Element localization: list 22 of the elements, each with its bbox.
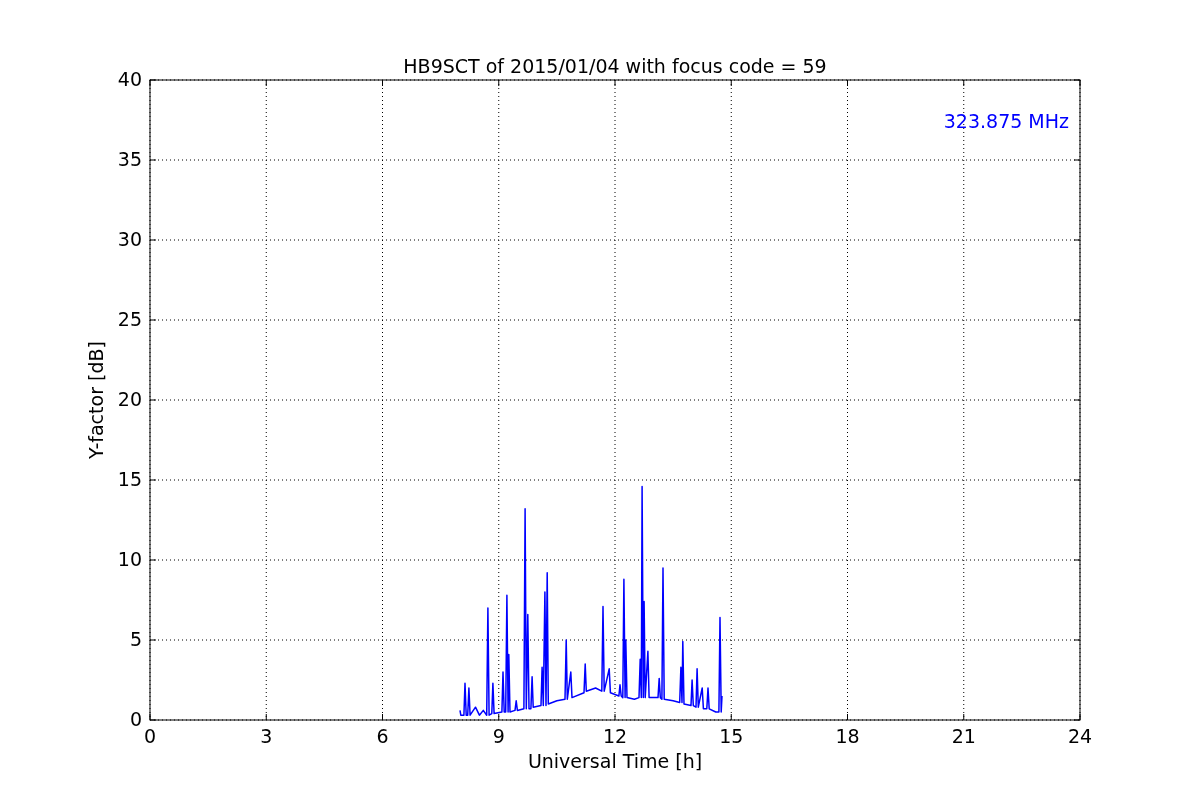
x-tick-label: 9 [492,725,505,747]
x-tick-label: 3 [260,725,273,747]
y-tick-label: 5 [129,628,142,650]
x-tick-label: 12 [602,725,628,747]
x-tick-label: 24 [1067,725,1093,747]
y-tick-label: 35 [117,148,142,170]
y-tick-label: 40 [117,68,142,90]
x-axis-label: Universal Time [h] [527,750,703,772]
series-label: 323.875 MHz [943,110,1069,132]
y-tick-label: 30 [117,228,142,250]
x-tick-label: 21 [951,725,976,747]
x-tick-label: 18 [835,725,860,747]
x-tick-label: 15 [719,725,744,747]
y-tick-label: 20 [117,388,142,410]
x-tick-label: 0 [143,725,157,747]
y-axis-label: Y-factor [dB] [85,341,107,459]
chart-title: HB9SCT of 2015/01/04 with focus code = 59 [403,55,827,77]
x-tick-label: 6 [376,725,389,747]
y-tick-label: 10 [117,548,142,570]
y-tick-label: 25 [117,308,142,330]
y-tick-label: 15 [117,468,142,490]
y-tick-label: 0 [129,708,142,730]
